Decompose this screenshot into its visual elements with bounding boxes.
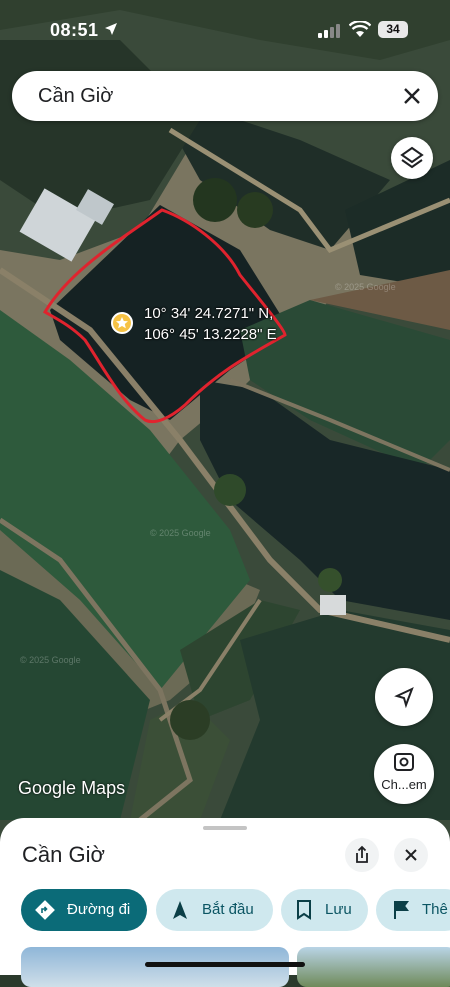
home-indicator	[145, 962, 305, 967]
navigation-arrow-icon	[394, 687, 414, 709]
save-label: Lưu	[325, 901, 352, 918]
search-bar[interactable]: Cần Giờ	[12, 71, 438, 121]
close-sheet-button[interactable]	[394, 838, 428, 872]
start-button[interactable]: Bắt đầu	[156, 889, 273, 931]
attribution-google: Google	[18, 778, 77, 798]
dropped-pin-icon[interactable]	[111, 312, 133, 334]
directions-button[interactable]: Đường đi	[21, 889, 147, 931]
sheet-drag-handle[interactable]	[203, 826, 247, 830]
lens-button[interactable]: Ch...em	[374, 744, 434, 804]
camera-search-icon	[394, 753, 414, 771]
directions-label: Đường đi	[67, 901, 131, 918]
share-icon	[356, 845, 368, 863]
share-button[interactable]	[345, 838, 379, 872]
map-watermark: © 2025 Google	[20, 655, 81, 665]
my-location-button[interactable]	[375, 668, 433, 726]
layers-button[interactable]	[391, 137, 433, 179]
status-time: 08:51	[50, 20, 99, 40]
close-icon	[405, 849, 417, 861]
start-label: Bắt đầu	[202, 901, 254, 918]
map-watermark: © 2025 Google	[335, 282, 396, 292]
status-bar: 08:51 34	[0, 0, 450, 60]
directions-icon	[35, 900, 55, 920]
place-photo[interactable]	[297, 947, 450, 987]
layers-icon	[400, 146, 424, 169]
map-watermark: © 2025 Google	[150, 528, 211, 538]
save-button[interactable]: Lưu	[281, 889, 368, 931]
add-label-text: Thê	[422, 901, 448, 918]
wifi-icon	[349, 21, 371, 37]
search-input[interactable]: Cần Giờ	[38, 85, 113, 108]
attribution-maps: Maps	[81, 778, 126, 798]
flag-icon	[394, 901, 409, 919]
bookmark-icon	[297, 900, 311, 920]
coordinates-label: 10° 34' 24.7271" N, 106° 45' 13.2228" E	[144, 303, 277, 345]
battery-indicator: 34	[378, 21, 408, 38]
place-title: Cần Giờ	[22, 842, 105, 867]
close-icon[interactable]	[400, 84, 424, 108]
cellular-signal-icon	[318, 24, 340, 38]
latitude-text: 10° 34' 24.7271" N,	[144, 305, 274, 322]
longitude-text: 106° 45' 13.2228" E	[144, 326, 277, 343]
navigation-arrow-icon	[173, 901, 187, 919]
google-maps-attribution: Google Maps	[18, 778, 125, 799]
lens-label: Ch...em	[381, 777, 427, 792]
add-label-button[interactable]: Thê	[376, 889, 450, 931]
location-arrow-icon	[105, 23, 117, 35]
place-photo[interactable]	[21, 947, 289, 987]
